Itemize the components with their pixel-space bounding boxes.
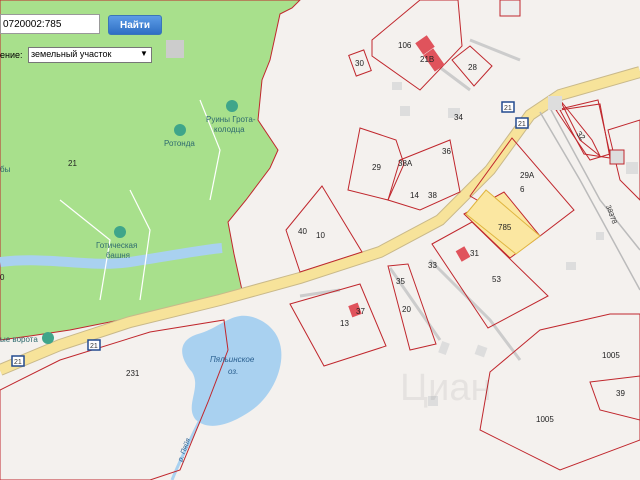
parcel-label: 35 (396, 277, 405, 286)
parcel-label: 10 (316, 231, 325, 240)
lake-label: Пяльинское (210, 355, 255, 364)
poi-label-gate: ые ворота (0, 335, 38, 344)
search-button[interactable]: Найти (108, 15, 162, 35)
poi-label-gothic: Готическая (96, 241, 137, 250)
parcel-label: 1005 (536, 415, 554, 424)
parcel-label: 40 (298, 227, 307, 236)
lake-label-2: оз. (228, 367, 238, 376)
parcel-label: 53 (492, 275, 501, 284)
parcel-label: 28 (468, 63, 477, 72)
parcel-label: 34 (454, 113, 463, 122)
map-canvas[interactable]: 106 21В 28 30 29 38А 36 34 14 38 40 10 2… (0, 0, 640, 480)
parcel-label: 39 (616, 389, 625, 398)
parcel-label: 0 (0, 273, 5, 282)
road-number: 21 (504, 105, 512, 112)
filter-selected-value: земельный участок (31, 49, 112, 59)
parcel-label: 231 (126, 369, 140, 378)
poi-label-left: бы (0, 165, 11, 174)
poi-label-ruins: Руины Грота- (206, 115, 256, 124)
parcel-label: 38А (398, 159, 413, 168)
filter-select[interactable]: земельный участок (28, 47, 152, 63)
parcel-label: 106 (398, 41, 412, 50)
parcel-label: 1005 (602, 351, 620, 360)
road-number: 21 (90, 343, 98, 350)
road-number: 21 (518, 121, 526, 128)
parcel-label: 6 (520, 185, 525, 194)
poi-label-ruins-2: колодца (214, 125, 245, 134)
parcel-label: 38 (428, 191, 437, 200)
parcel-label: 33 (428, 261, 437, 270)
chevron-down-icon[interactable]: ▼ (140, 49, 148, 58)
parcel-label: 13 (340, 319, 349, 328)
poi-label-rotonda: Ротонда (164, 139, 195, 148)
search-input[interactable] (0, 14, 100, 34)
parcel-label: 21В (420, 55, 434, 64)
parcel-label: 29А (520, 171, 535, 180)
gothic-tower-icon[interactable] (114, 226, 126, 238)
parcel-label: 36 (442, 147, 451, 156)
road-number: 21 (14, 359, 22, 366)
parcel-label: 14 (410, 191, 419, 200)
parcel-label: 21 (68, 159, 77, 168)
parcel-label: 37 (356, 307, 365, 316)
rotonda-icon[interactable] (174, 124, 186, 136)
parcel-label: 785 (498, 223, 512, 232)
parcel-label: 31 (470, 249, 479, 258)
parcel-label: 20 (402, 305, 411, 314)
ruins-icon[interactable] (226, 100, 238, 112)
gate-icon[interactable] (42, 332, 54, 344)
watermark: Циан (400, 367, 491, 409)
parcel-label: 29 (372, 163, 381, 172)
poi-label-gothic-2: башня (106, 251, 130, 260)
parcel-label: 30 (355, 59, 364, 68)
filter-label: ение: (0, 50, 23, 60)
